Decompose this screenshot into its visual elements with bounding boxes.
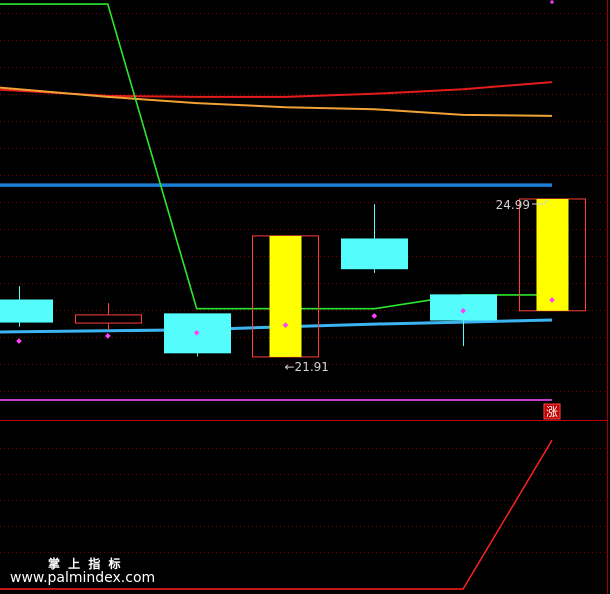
candle-1 <box>0 286 53 327</box>
series-line-2 <box>0 86 553 117</box>
candle-body <box>75 314 142 324</box>
signal-marker: 涨 <box>543 403 561 420</box>
point-2 <box>104 333 111 339</box>
point-5 <box>371 313 378 319</box>
candle-body <box>430 294 497 321</box>
candle-body <box>341 238 408 270</box>
candle-3 <box>164 313 231 357</box>
high-price-label: 24.99 <box>496 198 530 212</box>
watermark: 掌 上 指 标 www.palmindex.com <box>10 556 155 586</box>
highlight-sticks <box>269 198 569 357</box>
signal-label: 涨 <box>546 404 558 419</box>
stock-chart: 24.99 ←21.91 涨 掌 上 指 标 www.palmindex.com <box>0 0 608 594</box>
candle-body <box>0 299 53 323</box>
watermark-url: www.palmindex.com <box>10 570 155 586</box>
highlight-stick-2 <box>536 198 569 311</box>
highlight-stick-1 <box>269 235 302 357</box>
top-marker <box>550 0 554 4</box>
watermark-title: 掌 上 指 标 <box>48 556 123 571</box>
candle-5 <box>341 204 408 273</box>
candle-2 <box>75 303 142 330</box>
low-price-label: ←21.91 <box>285 360 329 374</box>
point-1 <box>16 338 22 344</box>
